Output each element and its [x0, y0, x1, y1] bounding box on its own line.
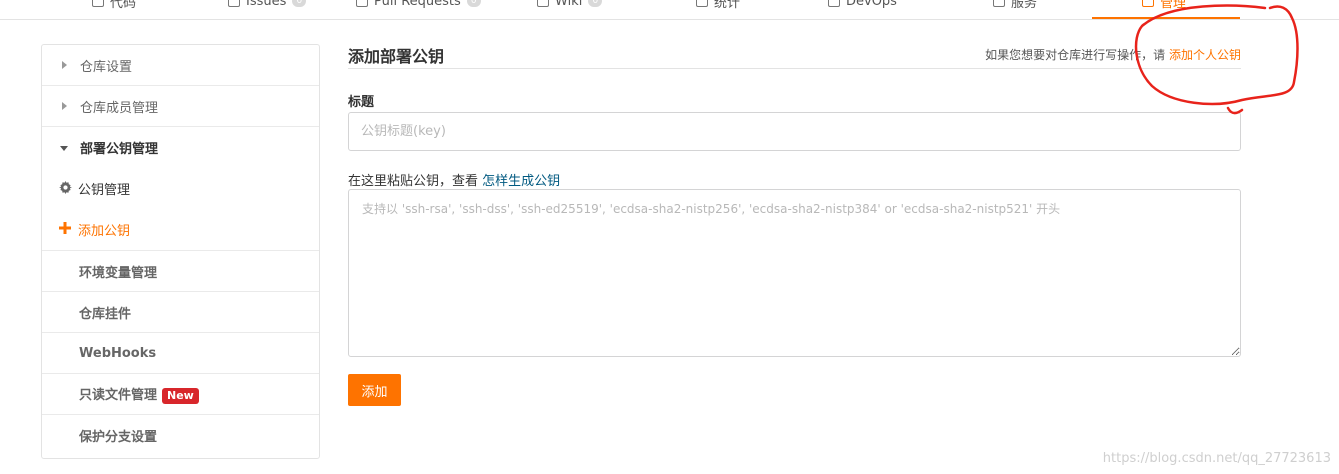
sidebar-subitem-key-management[interactable]: 公钥管理 — [42, 168, 319, 209]
sidebar-item-label: WebHooks — [79, 345, 157, 361]
sidebar-item-repo-members[interactable]: 仓库成员管理 — [42, 86, 319, 127]
sidebar-subitem-label: 公钥管理 — [78, 183, 131, 198]
devops-icon — [828, 0, 840, 7]
tab-stats[interactable]: 统计 — [696, 0, 740, 11]
repo-nav: 代码 Issues 0 Pull Requests 0 Wiki 0 统计 DevOp… — [0, 0, 1339, 20]
caret-down-icon — [60, 146, 68, 151]
issues-icon — [228, 0, 240, 7]
services-icon — [993, 0, 1005, 7]
add-key-button[interactable]: 添加 — [348, 374, 401, 406]
tab-wiki[interactable]: Wiki 0 — [537, 0, 603, 11]
sidebar-item-label: 仓库设置 — [80, 59, 133, 75]
sidebar-item-env-vars[interactable]: 环境变量管理 — [42, 251, 319, 292]
new-badge: New — [162, 387, 199, 404]
tab-manage[interactable]: 管理 — [1142, 0, 1186, 11]
tab-issues-label: Issues — [246, 0, 287, 9]
watermark: https://blog.csdn.net/qq_27723613 — [1102, 451, 1331, 466]
add-personal-key-link[interactable]: 添加个人公钥 — [1169, 48, 1241, 62]
tab-manage-label: 管理 — [1160, 0, 1187, 11]
active-tab-underline — [1092, 17, 1240, 19]
tab-stats-label: 统计 — [714, 0, 741, 11]
personal-key-hint: 如果您想要对仓库进行写操作，请 添加个人公钥 — [985, 46, 1241, 63]
code-icon — [92, 0, 104, 7]
tab-issues[interactable]: Issues 0 — [228, 0, 307, 11]
public-key-textarea[interactable] — [348, 189, 1241, 357]
sidebar-subitem-add-key[interactable]: 添加公钥 — [42, 209, 319, 251]
tab-services[interactable]: 服务 — [993, 0, 1037, 11]
manage-icon — [1142, 0, 1154, 7]
key-title-input[interactable] — [348, 112, 1241, 151]
settings-sidebar: 仓库设置 仓库成员管理 部署公钥管理 公钥管理 添加公钥 环境变量管理 仓库挂件… — [41, 44, 320, 459]
pull-request-icon — [356, 0, 368, 7]
tab-issues-count: 0 — [292, 0, 307, 7]
hint-text: 如果您想要对仓库进行写操作，请 — [985, 48, 1166, 62]
caret-right-icon — [62, 102, 67, 110]
plus-icon — [59, 222, 71, 234]
sidebar-item-readonly-files[interactable]: 只读文件管理 New — [42, 374, 319, 415]
tab-pull-requests-count: 0 — [466, 0, 481, 7]
sidebar-item-label: 环境变量管理 — [79, 265, 158, 281]
tab-wiki-count: 0 — [588, 0, 603, 7]
sidebar-item-label-wrap: 只读文件管理 New — [79, 384, 199, 404]
sidebar-item-widgets[interactable]: 仓库挂件 — [42, 292, 319, 333]
sidebar-item-label: 部署公钥管理 — [80, 142, 159, 157]
tab-devops[interactable]: DevOps — [828, 0, 897, 11]
caret-right-icon — [62, 61, 67, 69]
sidebar-subitem-label: 添加公钥 — [78, 224, 131, 239]
sidebar-item-repo-settings[interactable]: 仓库设置 — [42, 45, 319, 86]
page-title: 添加部署公钥 — [348, 47, 445, 66]
sidebar-item-label: 仓库挂件 — [79, 306, 132, 322]
key-field-label: 在这里粘贴公钥，查看 怎样生成公钥 — [348, 170, 560, 189]
title-field-label: 标题 — [348, 95, 375, 110]
key-label-text: 在这里粘贴公钥，查看 — [348, 174, 479, 189]
tab-pull-requests-label: Pull Requests — [374, 0, 461, 9]
add-deploy-key-form: 添加部署公钥 如果您想要对仓库进行写操作，请 添加个人公钥 标题 在这里粘贴公钥… — [348, 40, 1241, 406]
stats-icon — [696, 0, 708, 7]
gear-icon — [59, 181, 72, 194]
tab-code[interactable]: 代码 — [92, 0, 136, 11]
sidebar-item-label: 只读文件管理 — [79, 388, 158, 404]
sidebar-item-deploy-keys[interactable]: 部署公钥管理 — [42, 127, 319, 168]
tab-pull-requests[interactable]: Pull Requests 0 — [356, 0, 481, 11]
wiki-icon — [537, 0, 549, 7]
how-to-generate-key-link[interactable]: 怎样生成公钥 — [482, 174, 560, 189]
sidebar-item-webhooks[interactable]: WebHooks — [42, 333, 319, 374]
tab-wiki-label: Wiki — [555, 0, 583, 9]
tab-code-label: 代码 — [110, 0, 137, 11]
tab-devops-label: DevOps — [846, 0, 897, 9]
sidebar-item-label: 保护分支设置 — [79, 430, 158, 445]
form-header: 添加部署公钥 如果您想要对仓库进行写操作，请 添加个人公钥 — [348, 40, 1241, 69]
sidebar-item-label: 仓库成员管理 — [80, 100, 159, 116]
tab-services-label: 服务 — [1011, 0, 1038, 11]
sidebar-item-protected-branches[interactable]: 保护分支设置 — [42, 415, 319, 456]
